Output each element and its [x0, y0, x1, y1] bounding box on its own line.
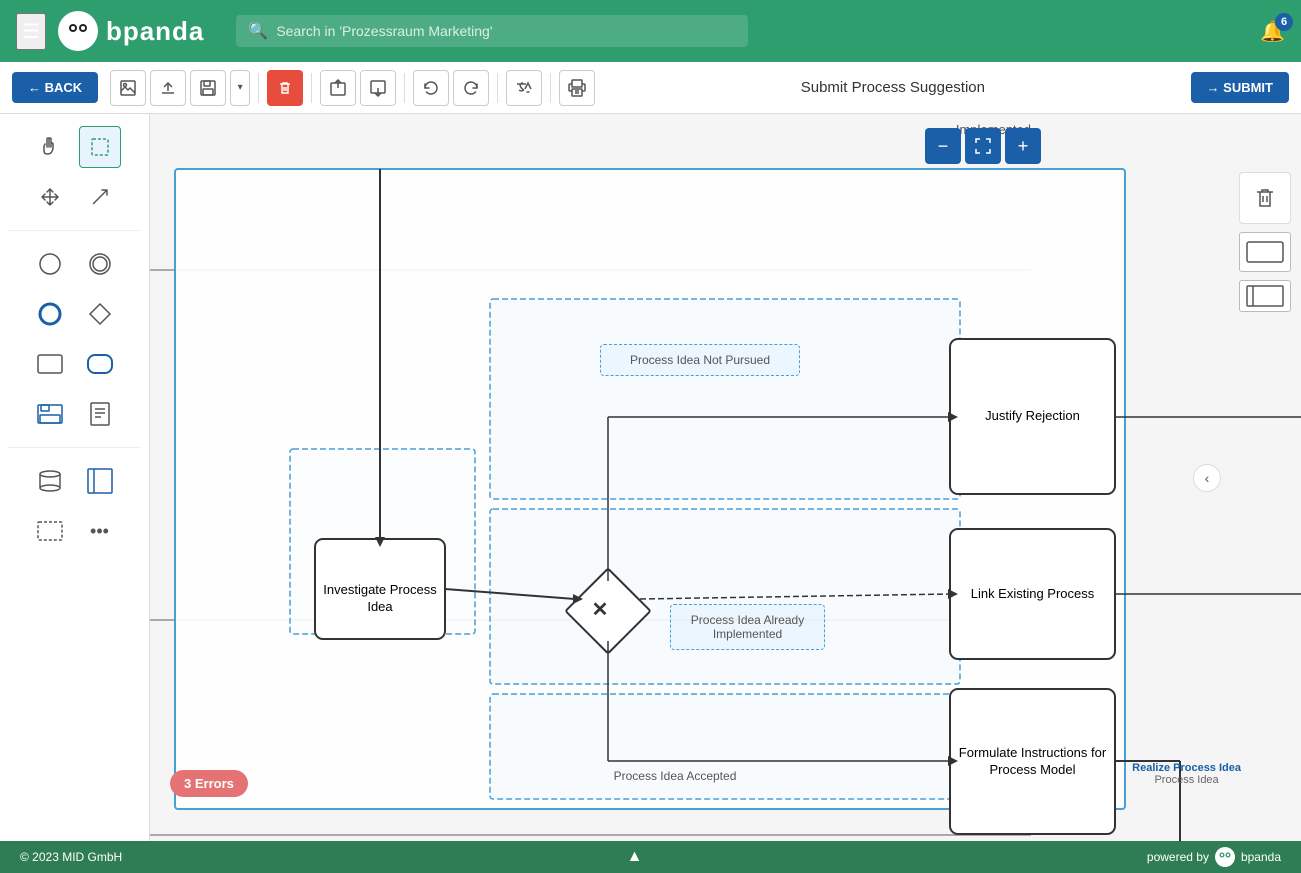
submit-button[interactable]: → SUBMIT [1191, 72, 1289, 103]
toolbar-title: Submit Process Suggestion [796, 79, 989, 96]
footer-logo: powered by bpanda [1147, 847, 1281, 867]
shape-panel [1239, 172, 1291, 312]
back-button[interactable]: ← BACK [12, 72, 98, 103]
undo-button[interactable] [413, 70, 449, 106]
more-shapes[interactable]: ••• [79, 510, 121, 552]
search-input[interactable] [276, 23, 736, 39]
shape-preview-small [1239, 280, 1291, 312]
main-area: ••• Implemented − + [0, 114, 1301, 841]
collapse-panel-button[interactable]: ‹ [1193, 464, 1221, 492]
logo: bpanda [58, 11, 204, 51]
separator-1 [258, 73, 259, 103]
tool-row-2 [8, 176, 141, 218]
scroll-up[interactable]: ▲ [627, 848, 643, 866]
thick-circle-shape[interactable] [29, 293, 71, 335]
top-navigation: ☰ bpanda 🔍 🔔 6 [0, 0, 1301, 62]
dashed-rect-shape[interactable] [29, 510, 71, 552]
search-bar[interactable]: 🔍 [236, 15, 748, 47]
delete-shape-button[interactable] [1239, 172, 1291, 224]
copyright: © 2023 MID GmbH [20, 850, 122, 864]
diagram-area: ✕ Investigate Process Idea Justify Rejec… [160, 169, 1026, 809]
shape-row-2 [8, 293, 141, 335]
export-up-button[interactable] [320, 70, 356, 106]
shape-preview-rect [1239, 232, 1291, 272]
left-sidebar: ••• [0, 114, 150, 841]
logo-icon [58, 11, 98, 51]
double-circle-shape[interactable] [79, 243, 121, 285]
zoom-out-button[interactable]: − [925, 128, 961, 164]
lane-shape[interactable] [79, 460, 121, 502]
divider-1 [8, 230, 141, 231]
save-button[interactable] [190, 70, 226, 106]
translate-button[interactable] [506, 70, 542, 106]
tool-row-1 [8, 126, 141, 168]
rect-shape[interactable] [29, 343, 71, 385]
search-icon: 🔍 [248, 21, 268, 41]
pan-tool[interactable] [29, 126, 71, 168]
notification-count: 6 [1275, 13, 1293, 31]
footer-brand-name: bpanda [1241, 850, 1281, 864]
separator-5 [550, 73, 551, 103]
logo-text: bpanda [106, 16, 204, 47]
canvas-area[interactable]: Implemented − + [150, 114, 1301, 841]
hline-bottom [150, 834, 1031, 836]
shape-row-6: ••• [8, 510, 141, 552]
zoom-in-button[interactable]: + [1005, 128, 1041, 164]
hamburger-menu-button[interactable]: ☰ [16, 13, 46, 50]
delete-button[interactable] [267, 70, 303, 106]
toolbar: ← BACK ▾ [0, 62, 1301, 114]
separator-2 [311, 73, 312, 103]
diamond-shape[interactable] [79, 293, 121, 335]
doc-shape[interactable] [79, 393, 121, 435]
upload-button[interactable] [150, 70, 186, 106]
separator-4 [497, 73, 498, 103]
notification-bell[interactable]: 🔔 6 [1260, 19, 1285, 44]
powered-by-text: powered by [1147, 850, 1209, 864]
import-button[interactable] [360, 70, 396, 106]
footer: © 2023 MID GmbH ▲ powered by bpanda [0, 841, 1301, 873]
zoom-fit-button[interactable] [965, 128, 1001, 164]
save-dropdown-button[interactable]: ▾ [230, 70, 250, 106]
realize-area: Realize Process Idea Process Idea [1132, 762, 1241, 786]
divider-2 [8, 447, 141, 448]
cylinder-shape[interactable] [29, 460, 71, 502]
shape-row-5 [8, 460, 141, 502]
shape-row-4 [8, 393, 141, 435]
move-tool[interactable] [29, 176, 71, 218]
connect-tool[interactable] [79, 176, 121, 218]
errors-badge[interactable]: 3 Errors [170, 770, 248, 797]
shape-row-1 [8, 243, 141, 285]
circle-shape[interactable] [29, 243, 71, 285]
select-tool[interactable] [79, 126, 121, 168]
image-button[interactable] [110, 70, 146, 106]
zoom-controls: − + [925, 128, 1041, 164]
save-shape[interactable] [29, 393, 71, 435]
svg-text:✕: ✕ [592, 599, 609, 621]
footer-logo-icon [1215, 847, 1235, 867]
separator-3 [404, 73, 405, 103]
shape-row-3 [8, 343, 141, 385]
print-button[interactable] [559, 70, 595, 106]
diagram-svg: ✕ [160, 169, 1026, 809]
rounded-rect-shape[interactable] [79, 343, 121, 385]
redo-button[interactable] [453, 70, 489, 106]
